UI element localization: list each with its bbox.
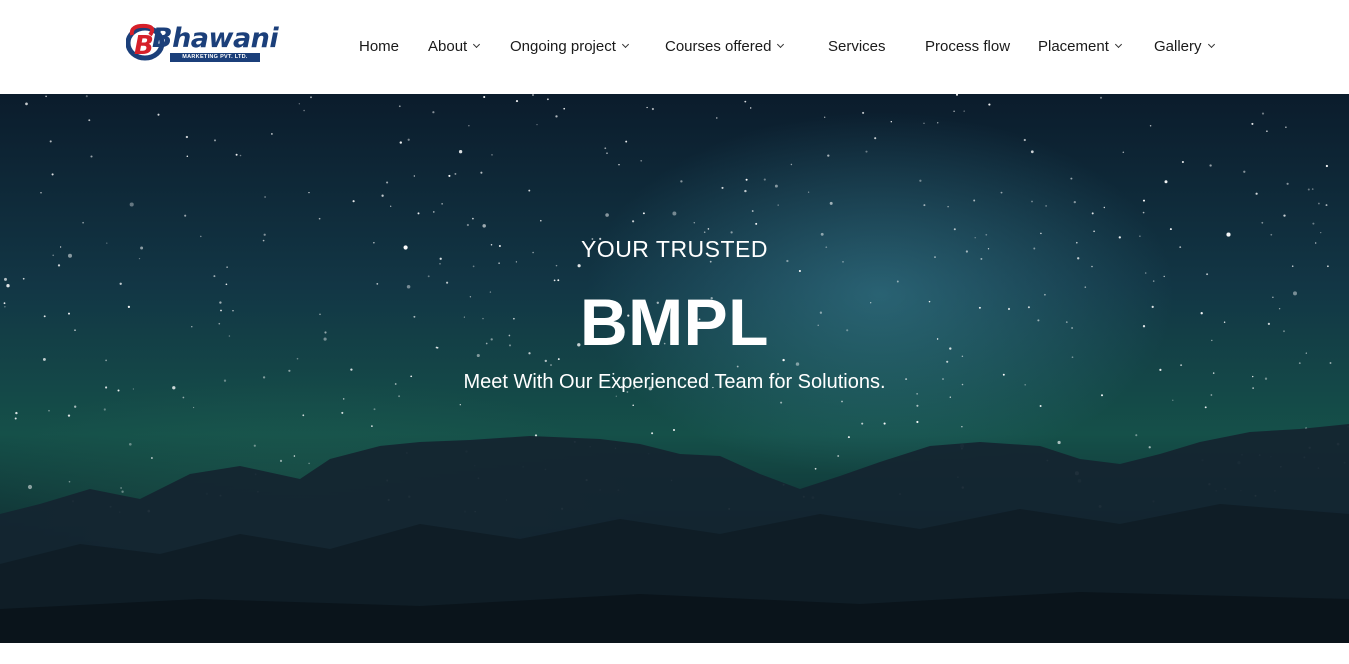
brand-logo[interactable]: B Bhawani MARKETING PVT. LTD.	[126, 21, 279, 65]
chevron-down-icon	[1207, 40, 1215, 49]
hero-tagline: Meet With Our Experienced Team for Solut…	[463, 371, 886, 393]
logo-subtext: MARKETING PVT. LTD.	[170, 53, 260, 62]
nav-item-label: Services	[828, 38, 886, 55]
chevron-down-icon	[777, 40, 785, 49]
page-bottom-strip	[0, 643, 1349, 664]
logo-text: Bhawani	[152, 23, 279, 54]
nav-item-label: About	[428, 38, 468, 55]
site-header: B Bhawani MARKETING PVT. LTD. Home About…	[0, 0, 1349, 94]
nav-item-label: Ongoing project	[510, 38, 616, 55]
nav-item-placement[interactable]: Placement	[1038, 36, 1122, 58]
night-sky-mountains-image	[0, 94, 1349, 643]
nav-item-label: Courses offered	[665, 38, 772, 55]
hero-headline: BMPL	[580, 285, 769, 359]
nav-item-ongoing-project[interactable]: Ongoing project	[510, 36, 629, 58]
nav-item-label: Process flow	[925, 38, 1011, 55]
nav-item-courses-offered[interactable]: Courses offered	[665, 36, 785, 58]
hero-kicker: YOUR TRUSTED	[580, 236, 769, 262]
chevron-down-icon	[473, 40, 481, 49]
nav-item-home[interactable]: Home	[359, 36, 399, 58]
nav-item-services[interactable]: Services	[828, 36, 886, 58]
nav-item-gallery[interactable]: Gallery	[1154, 36, 1215, 58]
svg-text:B: B	[134, 31, 154, 61]
nav-item-process-flow[interactable]: Process flow	[925, 36, 1010, 58]
hero-banner: YOUR TRUSTED BMPL Meet With Our Experien…	[0, 94, 1349, 643]
chevron-down-icon	[1114, 40, 1122, 49]
nav-item-label: Gallery	[1154, 38, 1202, 55]
nav-item-label: Placement	[1038, 38, 1109, 55]
chevron-down-icon	[621, 40, 629, 49]
nav-item-about[interactable]: About	[428, 36, 481, 58]
nav-item-label: Home	[359, 38, 400, 55]
